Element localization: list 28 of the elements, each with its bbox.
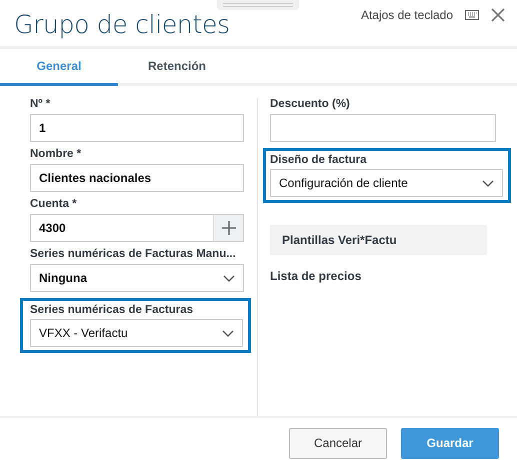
field-label: Nº * (30, 98, 52, 110)
dropdown[interactable]: Ninguna (30, 264, 244, 292)
dropdown[interactable]: Configuración de cliente (270, 169, 503, 197)
plus-icon (222, 221, 236, 235)
window-title: Grupo de clientes (14, 9, 230, 39)
close-icon[interactable] (491, 8, 505, 22)
dropdown[interactable]: VFXX - Verifactu (30, 319, 243, 347)
shortcuts-link[interactable]: Atajos de teclado (360, 8, 453, 22)
field-label: Cuenta * (30, 198, 78, 210)
keyboard-icon[interactable] (465, 10, 479, 20)
templates-button[interactable]: Plantillas Veri*Factu (270, 225, 487, 255)
cancel-button[interactable]: Cancelar (289, 428, 387, 458)
field-label: Diseño de factura (270, 154, 368, 166)
chevron-down-icon (223, 274, 235, 282)
chevron-down-icon (222, 330, 234, 336)
add-button[interactable] (213, 215, 243, 241)
input-field[interactable] (270, 114, 496, 142)
input-field[interactable]: 1 (30, 114, 244, 142)
section-heading: Lista de precios (270, 268, 362, 283)
field-label: Descuento (%) (270, 98, 351, 110)
input-field[interactable]: 4300 (30, 214, 244, 242)
input-field[interactable]: Clientes nacionales (30, 164, 244, 192)
field-label: Nombre * (30, 148, 82, 160)
drag-handle[interactable] (217, 0, 299, 10)
tab[interactable]: Retención (118, 49, 236, 86)
chevron-down-icon (482, 180, 494, 186)
field-label: Series numéricas de Facturas (30, 304, 194, 316)
field-label: Series numéricas de Facturas Manu... (30, 248, 237, 260)
